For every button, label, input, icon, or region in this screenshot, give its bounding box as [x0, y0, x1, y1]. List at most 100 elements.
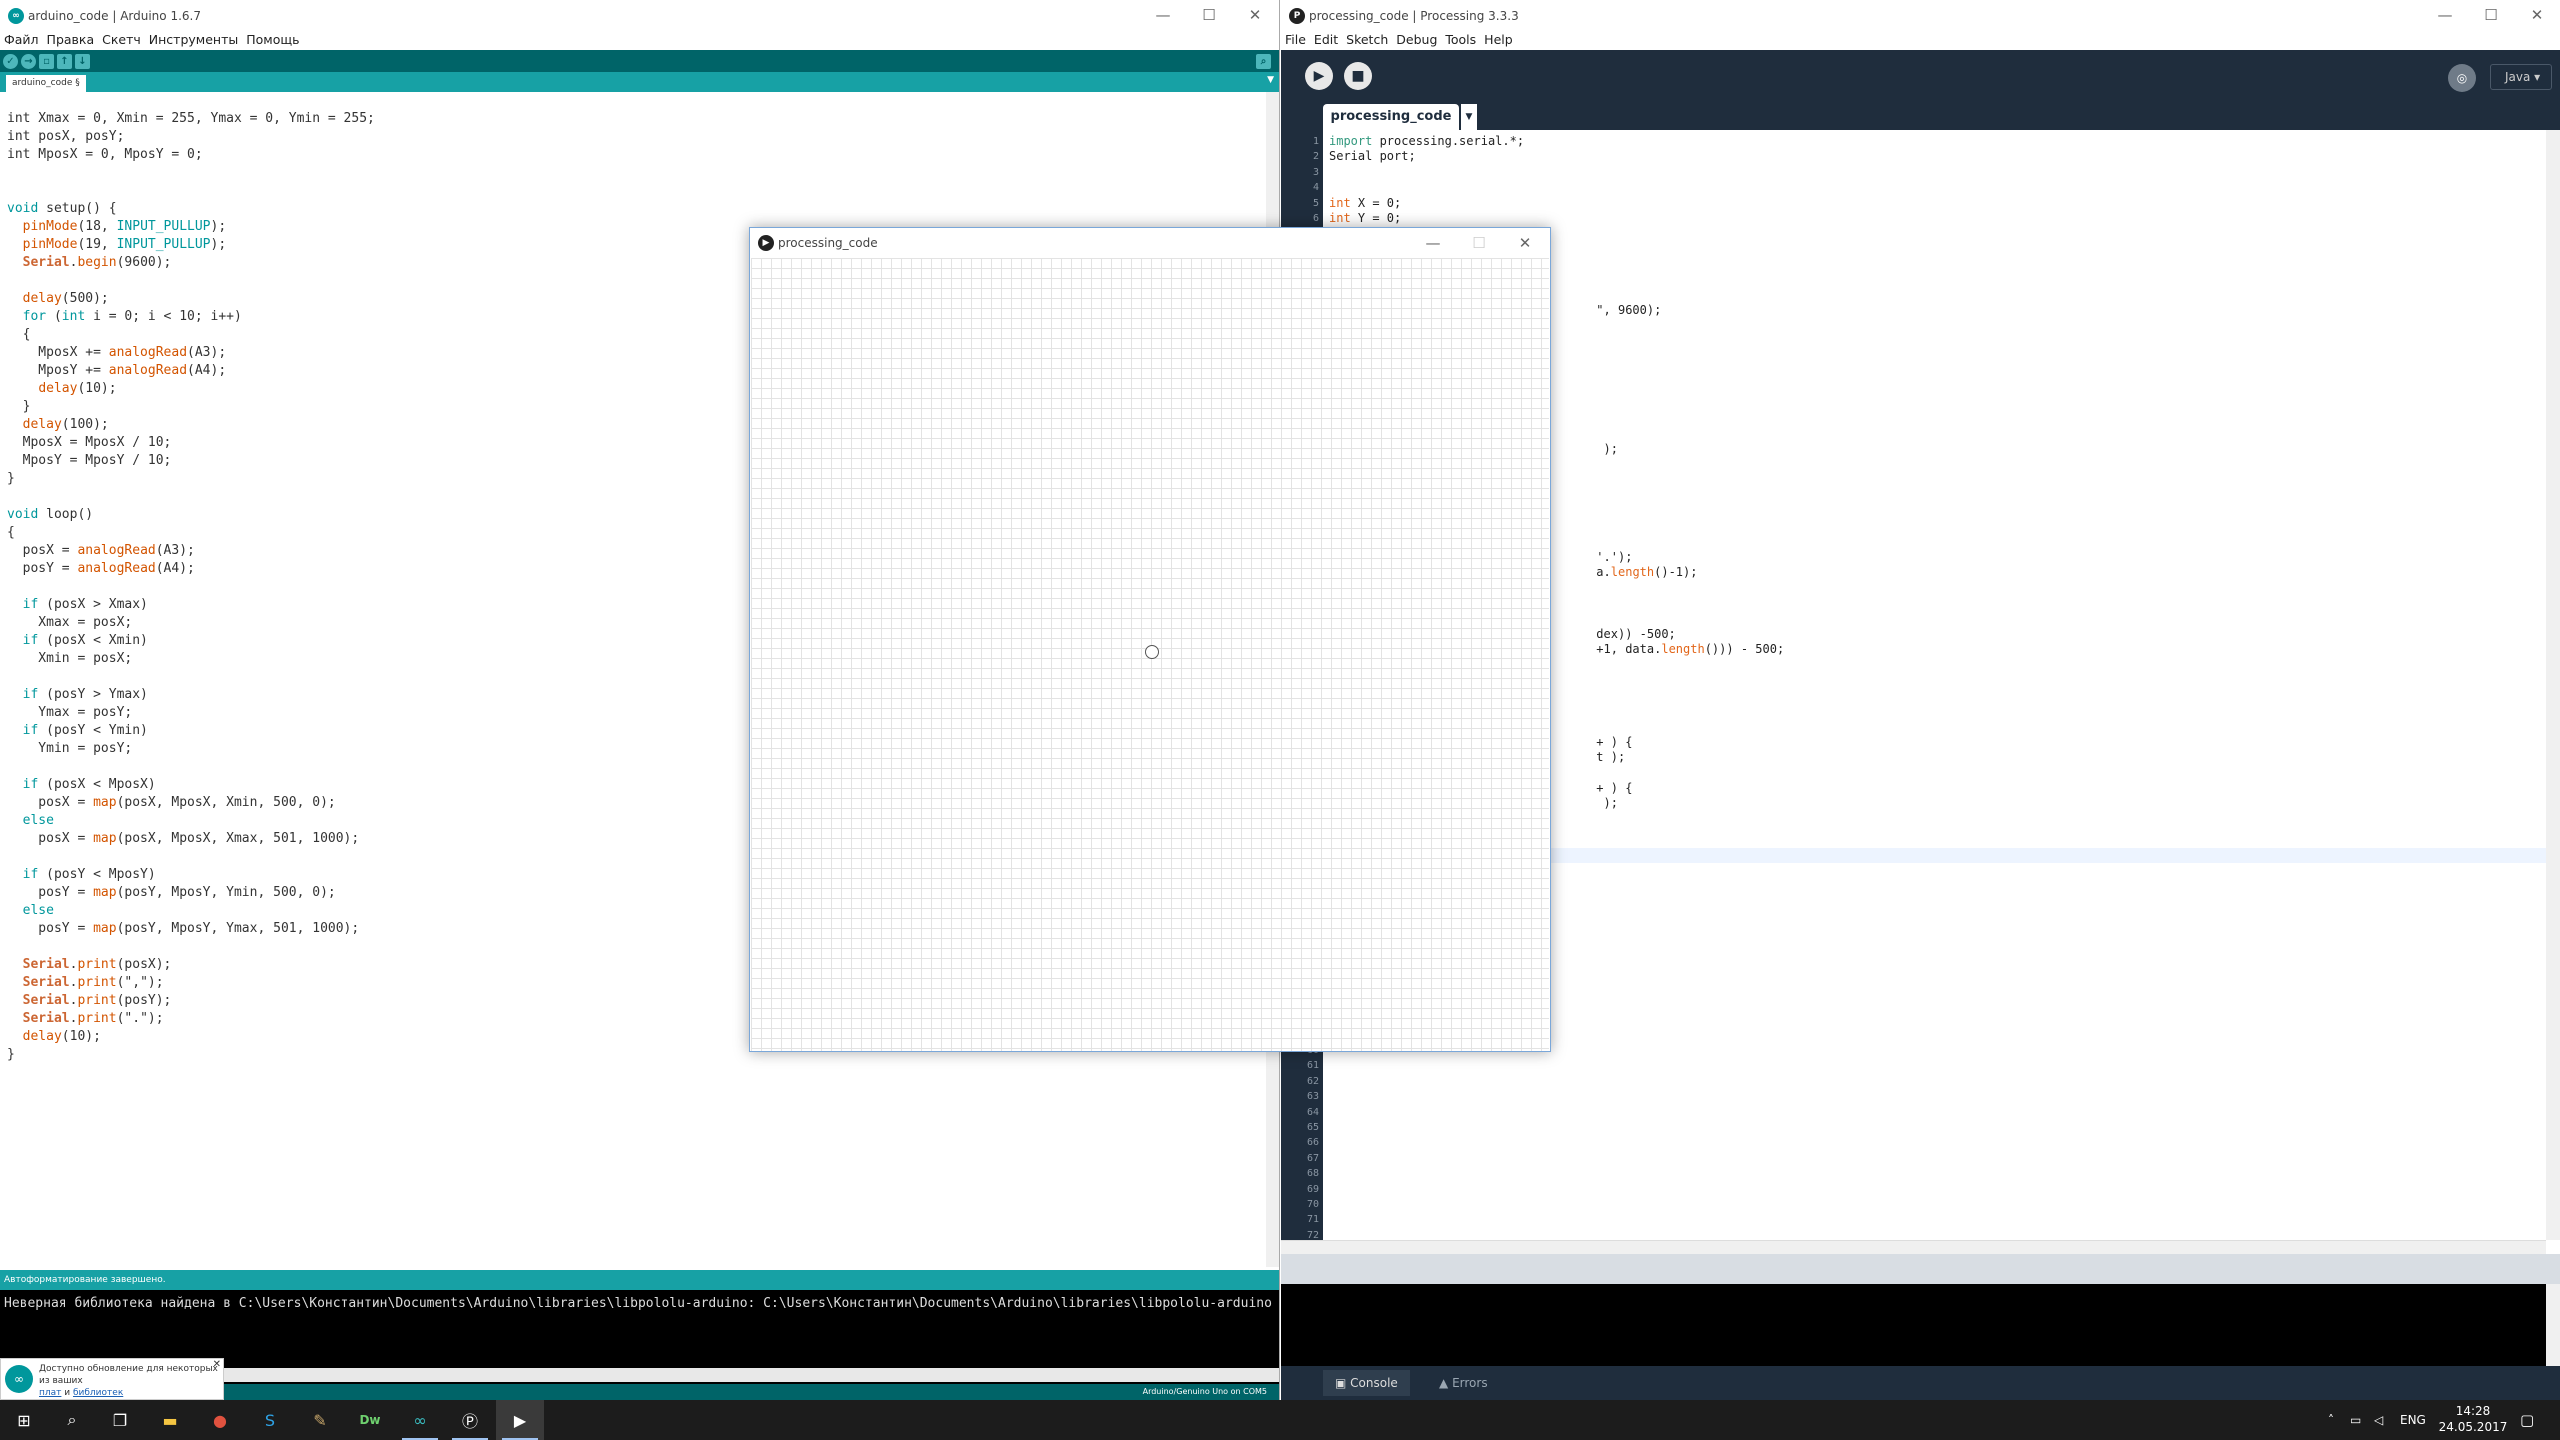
code-line: [1329, 180, 2546, 195]
code-token: (posY);: [116, 993, 172, 1008]
chrome-icon[interactable]: ●: [196, 1400, 244, 1440]
code-token: delay: [22, 1029, 62, 1044]
volume-icon[interactable]: ◁: [2374, 1400, 2383, 1440]
line-number: 67: [1306, 1152, 1319, 1164]
menu-help[interactable]: Help: [1480, 32, 1517, 47]
libraries-link[interactable]: библиотек: [73, 1388, 123, 1398]
notifications-icon[interactable]: ▢: [2520, 1400, 2534, 1440]
start-icon[interactable]: ⊞: [0, 1400, 48, 1440]
close-icon[interactable]: ✕: [1502, 228, 1548, 258]
errors-tab-label: Errors: [1452, 1376, 1488, 1390]
sketch-canvas[interactable]: [751, 258, 1549, 1051]
boards-link[interactable]: плат: [39, 1388, 61, 1398]
code-token: (500);: [61, 291, 109, 306]
code-token: (9600);: [116, 255, 172, 270]
network-icon[interactable]: ▭: [2350, 1400, 2361, 1440]
minimize-icon[interactable]: —: [1410, 228, 1456, 258]
code-token: (",");: [116, 975, 164, 990]
sketch-taskbar-icon[interactable]: ▶: [496, 1400, 544, 1440]
processing-vertical-scrollbar[interactable]: [2546, 130, 2560, 1240]
debugger-icon[interactable]: ◎: [2448, 64, 2476, 92]
code-token: (A3);: [155, 543, 195, 558]
code-token: int: [1329, 195, 1351, 210]
language-indicator[interactable]: ENG: [2400, 1400, 2426, 1440]
open-icon[interactable]: ↑: [57, 53, 72, 69]
notification-separator: и: [61, 1388, 73, 1398]
code-token: Xmin = posX;: [7, 651, 133, 666]
verify-icon[interactable]: ✓: [3, 53, 18, 69]
menu-edit[interactable]: Edit: [1310, 32, 1342, 47]
code-token: if: [22, 633, 39, 648]
tray-chevron-icon[interactable]: ˄: [2328, 1400, 2334, 1440]
processing-logo-icon: P: [1289, 8, 1305, 24]
code-line: Serial port;: [1329, 149, 2546, 164]
arduino-menubar: Файл Правка Скетч Инструменты Помощь: [0, 28, 1279, 50]
menu-sketch[interactable]: Sketch: [1342, 32, 1392, 47]
upload-icon[interactable]: →: [21, 53, 36, 69]
menu-help[interactable]: Помощь: [242, 32, 303, 47]
code-token: (10);: [61, 1029, 101, 1044]
tab-arduino-code[interactable]: arduino_code §: [6, 75, 86, 92]
serial-monitor-icon[interactable]: ⌕: [1256, 53, 1271, 69]
app-icon[interactable]: ✎: [296, 1400, 344, 1440]
file-explorer-icon[interactable]: ▬: [146, 1400, 194, 1440]
code-token: int MposX = 0, MposY = 0;: [7, 147, 203, 162]
console-divider[interactable]: [1281, 1254, 2560, 1284]
code-token: map: [93, 885, 117, 900]
menu-edit[interactable]: Правка: [43, 32, 99, 47]
code-token: (posX > Xmax): [38, 597, 148, 612]
task-view-icon[interactable]: ❐: [96, 1400, 144, 1440]
notification-close-icon[interactable]: ✕: [213, 1359, 221, 1371]
line-number: 71: [1306, 1214, 1319, 1226]
line-number: 62: [1306, 1075, 1319, 1087]
mode-selector[interactable]: Java ▾: [2490, 64, 2552, 90]
menu-sketch[interactable]: Скетч: [98, 32, 145, 47]
code-token: Serial: [22, 255, 70, 270]
menu-tools[interactable]: Tools: [1441, 32, 1480, 47]
dreamweaver-icon[interactable]: Dw: [346, 1400, 394, 1440]
code-line: void setup() {: [7, 200, 1266, 218]
sketch-titlebar[interactable]: ▶ processing_code — ☐ ✕: [750, 228, 1550, 258]
code-token: );: [210, 219, 227, 234]
search-icon[interactable]: ⌕: [48, 1400, 96, 1440]
processing-taskbar-icon[interactable]: Ⓟ: [446, 1400, 494, 1440]
code-token: else: [22, 903, 54, 918]
code-line: int Y = 0;: [1329, 211, 2546, 226]
code-token: }: [7, 471, 15, 486]
arduino-console-scrollbar[interactable]: [220, 1368, 1279, 1382]
code-token: void: [7, 201, 47, 216]
menu-file[interactable]: File: [1281, 32, 1310, 47]
code-token: delay: [38, 381, 78, 396]
code-token: Serial: [22, 975, 70, 990]
line-number: 63: [1306, 1091, 1319, 1103]
save-icon[interactable]: ↓: [75, 53, 90, 69]
processing-window-title: processing_code | Processing 3.3.3: [1309, 9, 1519, 23]
code-token: (posX < MposX): [38, 777, 156, 792]
console-scrollbar[interactable]: [2546, 1284, 2560, 1366]
arduino-taskbar-icon[interactable]: ∞: [396, 1400, 444, 1440]
code-token: int posX, posY;: [7, 129, 125, 144]
arduino-logo-icon: ∞: [5, 1365, 33, 1393]
clock[interactable]: 14:28 24.05.2017: [2438, 1403, 2508, 1435]
code-token: Serial port;: [1329, 149, 1416, 164]
menu-debug[interactable]: Debug: [1392, 32, 1441, 47]
processing-horizontal-scrollbar[interactable]: [1281, 1240, 2546, 1254]
skype-icon[interactable]: S: [246, 1400, 294, 1440]
tab-menu-icon[interactable]: ▼: [1461, 104, 1477, 130]
tab-menu-icon[interactable]: ▼: [1267, 75, 1274, 85]
menu-file[interactable]: Файл: [0, 32, 43, 47]
new-icon[interactable]: ▫: [39, 53, 54, 69]
tab-errors[interactable]: ▲ Errors: [1427, 1370, 1500, 1396]
tab-processing-code[interactable]: processing_code: [1323, 104, 1459, 130]
tab-console[interactable]: ▣ Console: [1323, 1370, 1410, 1396]
stop-icon[interactable]: ■: [1344, 62, 1372, 90]
run-icon[interactable]: ▶: [1305, 62, 1333, 90]
menu-tools[interactable]: Инструменты: [145, 32, 242, 47]
